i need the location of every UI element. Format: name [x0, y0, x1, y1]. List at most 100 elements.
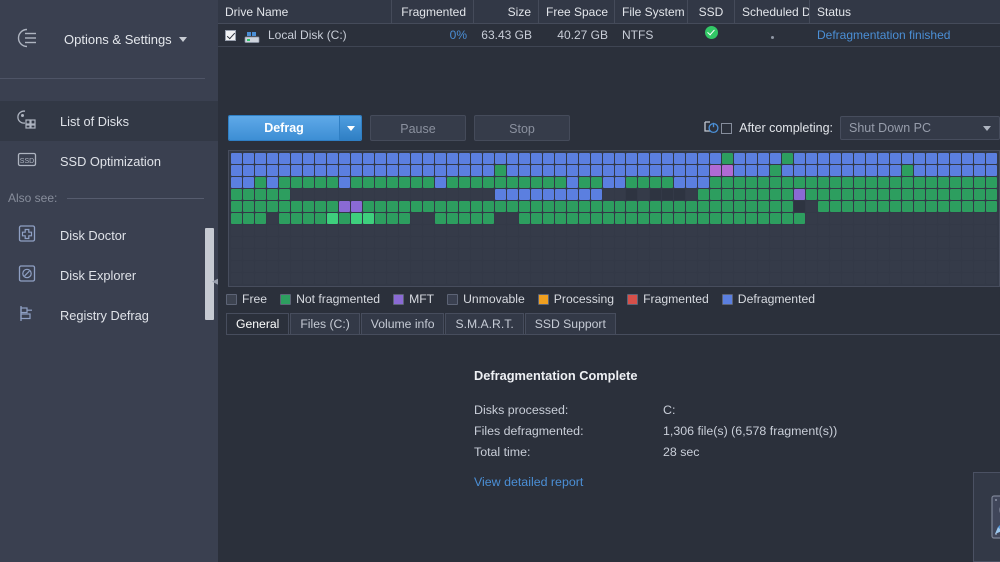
cluster-cell — [938, 153, 950, 164]
table-row[interactable]: Local Disk (C:) 0% 63.43 GB 40.27 GB NTFS Def… — [218, 24, 1000, 47]
cluster-cell — [302, 213, 314, 224]
cluster-cell — [950, 273, 962, 284]
cluster-cell — [698, 249, 710, 260]
sidebar-item-ssd-optimization[interactable]: SSD SSD Optimization — [0, 141, 218, 181]
column-header-free[interactable]: Free Space — [539, 0, 615, 24]
cluster-cell — [926, 165, 938, 176]
cluster-cell — [878, 249, 890, 260]
tab-smart[interactable]: S.M.A.R.T. — [445, 313, 524, 335]
cluster-cell — [314, 261, 326, 272]
cluster-cell — [470, 153, 482, 164]
cluster-cell — [974, 165, 986, 176]
cluster-cell — [878, 189, 890, 200]
cluster-cell — [698, 165, 710, 176]
pause-button[interactable]: Pause — [370, 115, 466, 141]
sidebar-item-registry-defrag[interactable]: Registry Defrag — [0, 295, 218, 335]
cluster-cell — [446, 225, 458, 236]
defrag-button[interactable]: Defrag — [228, 115, 362, 141]
cluster-cell — [830, 201, 842, 212]
after-completing-select[interactable]: Shut Down PC — [840, 116, 1000, 140]
cluster-cell — [338, 237, 350, 248]
sidebar-item-disk-explorer[interactable]: Disk Explorer — [0, 255, 218, 295]
cluster-cell — [506, 201, 518, 212]
cluster-cell — [782, 153, 794, 164]
cluster-cell — [542, 165, 554, 176]
cluster-cell — [662, 213, 674, 224]
column-header-sched[interactable]: Scheduled D... — [735, 0, 810, 24]
column-header-status[interactable]: Status — [810, 0, 1000, 24]
cluster-cell — [746, 237, 758, 248]
cluster-cell — [482, 237, 494, 248]
stop-button[interactable]: Stop — [474, 115, 570, 141]
cluster-cell — [290, 261, 302, 272]
sidebar-item-label: Disk Doctor — [60, 227, 127, 243]
cluster-cell — [662, 261, 674, 272]
cluster-cell — [722, 153, 734, 164]
cluster-cell — [602, 213, 614, 224]
cluster-cell — [242, 249, 254, 260]
cluster-cell — [758, 213, 770, 224]
view-detailed-report-link[interactable]: View detailed report — [474, 475, 583, 489]
legend-item: MFT — [393, 292, 434, 306]
cluster-cell — [782, 249, 794, 260]
cluster-cell — [638, 189, 650, 200]
cluster-cell — [266, 177, 278, 188]
auto-defrag-toast[interactable]: Would you like to enable auto-defrag? Go… — [973, 472, 1000, 562]
cluster-cell — [830, 249, 842, 260]
column-header-size[interactable]: Size — [474, 0, 539, 24]
cluster-cell — [434, 225, 446, 236]
cluster-cell — [638, 273, 650, 284]
column-header-fs[interactable]: File System — [615, 0, 688, 24]
sidebar-item-disk-doctor[interactable]: Disk Doctor — [0, 215, 218, 255]
row-checkbox[interactable] — [225, 29, 236, 41]
cluster-cell — [950, 249, 962, 260]
tab-general[interactable]: General — [226, 313, 290, 335]
cluster-cell — [794, 273, 806, 284]
cluster-cell — [950, 189, 962, 200]
cluster-cell — [626, 153, 638, 164]
cluster-cell — [818, 237, 830, 248]
after-completing-checkbox[interactable] — [721, 122, 733, 134]
cluster-cell — [410, 261, 422, 272]
tab-volume-info[interactable]: Volume info — [360, 313, 445, 335]
cluster-cell — [578, 261, 590, 272]
sidebar-item-list-of-disks[interactable]: List of Disks — [0, 101, 218, 141]
defrag-dropdown-arrow[interactable] — [339, 116, 361, 140]
cluster-cell — [590, 237, 602, 248]
cluster-cell — [950, 201, 962, 212]
legend-swatch — [537, 293, 549, 305]
cluster-cell — [458, 165, 470, 176]
legend-item: Fragmented — [627, 292, 709, 306]
cluster-cell — [530, 261, 542, 272]
cluster-cell — [530, 237, 542, 248]
cluster-cell — [986, 189, 997, 200]
cluster-cell — [638, 165, 650, 176]
cluster-cell — [602, 225, 614, 236]
cluster-cell — [362, 165, 374, 176]
cluster-cell — [770, 249, 782, 260]
cluster-cell — [734, 177, 746, 188]
column-header-ssd[interactable]: SSD — [688, 0, 735, 24]
cluster-map[interactable] — [228, 150, 1000, 287]
cluster-cell — [590, 273, 602, 284]
options-and-settings-button[interactable]: Options & Settings — [0, 0, 218, 78]
cluster-cell — [482, 261, 494, 272]
tab-ssd-support[interactable]: SSD Support — [524, 313, 616, 335]
cluster-cell — [410, 249, 422, 260]
cluster-cell — [746, 225, 758, 236]
cluster-cell — [806, 225, 818, 236]
sidebar-scrollbar-thumb[interactable] — [205, 228, 214, 320]
cluster-cell — [422, 273, 434, 284]
cluster-cell — [638, 249, 650, 260]
cluster-cell — [950, 213, 962, 224]
cluster-cell — [506, 177, 518, 188]
tab-files[interactable]: Files (C:) — [290, 313, 360, 335]
column-header-fragmented[interactable]: Fragmented — [392, 0, 474, 24]
cluster-cell — [314, 153, 326, 164]
cluster-cell — [890, 237, 902, 248]
cluster-cell — [638, 261, 650, 272]
column-header-name[interactable]: Drive Name — [218, 0, 392, 24]
cluster-cell — [458, 213, 470, 224]
cluster-cell — [410, 201, 422, 212]
cluster-cell — [231, 189, 242, 200]
